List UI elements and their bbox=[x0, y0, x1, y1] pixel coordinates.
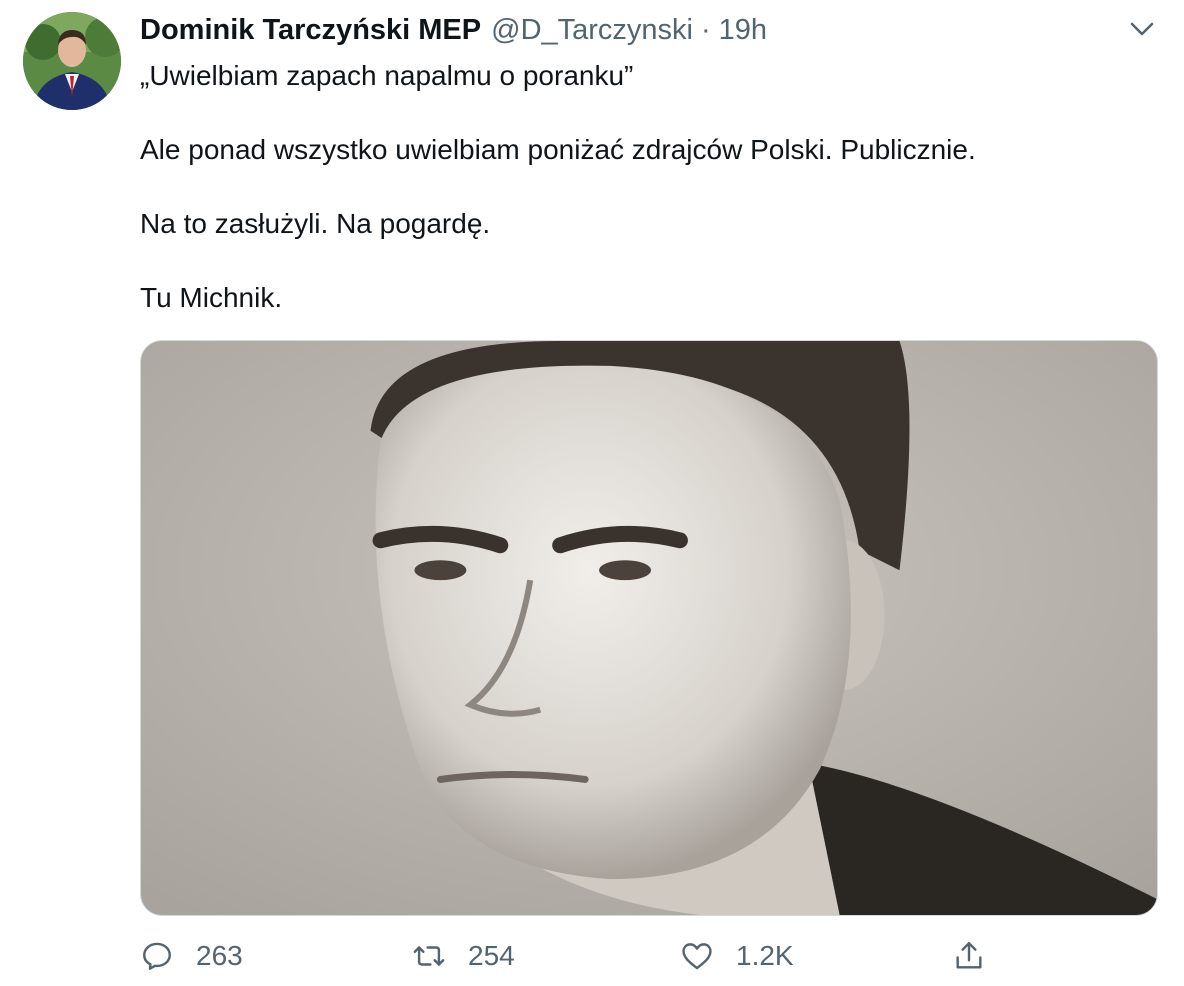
tweet-text-line: Tu Michnik. bbox=[140, 282, 283, 313]
author-display-name[interactable]: Dominik Tarczyński MEP bbox=[140, 14, 481, 47]
tweet-timestamp[interactable]: 19h bbox=[719, 14, 767, 47]
heart-icon bbox=[682, 943, 712, 970]
tweet-text-line: Ale ponad wszystko uwielbiam poniżać zdr… bbox=[140, 134, 976, 165]
retweet-arrows-icon bbox=[413, 946, 445, 966]
tweet-actions: 263 254 1.2K bbox=[140, 930, 1158, 982]
tweet-header: Dominik Tarczyński MEP @D_Tarczynski · 1… bbox=[140, 14, 767, 50]
like-button[interactable]: 1.2K bbox=[680, 934, 794, 978]
retweet-button[interactable]: 254 bbox=[412, 934, 515, 978]
tweet[interactable]: Dominik Tarczyński MEP @D_Tarczynski · 1… bbox=[0, 0, 1184, 986]
header-separator: · bbox=[701, 14, 711, 46]
chevron-down-icon[interactable] bbox=[1126, 18, 1158, 42]
author-handle[interactable]: @D_Tarczynski bbox=[491, 14, 693, 47]
tweet-text-line: Na to zasłużyli. Na pogardę. bbox=[140, 208, 491, 239]
reply-count: 263 bbox=[196, 940, 243, 971]
tweet-text-line: „Uwielbiam zapach napalmu o poranku” bbox=[140, 60, 634, 91]
retweet-count: 254 bbox=[468, 940, 515, 971]
reply-button[interactable]: 263 bbox=[140, 934, 243, 978]
author-avatar[interactable] bbox=[23, 12, 121, 110]
share-button[interactable] bbox=[952, 934, 986, 978]
like-count: 1.2K bbox=[736, 940, 794, 971]
share-upload-icon bbox=[956, 942, 982, 969]
speech-bubble-icon bbox=[143, 942, 171, 970]
tweet-photo[interactable] bbox=[140, 340, 1158, 916]
